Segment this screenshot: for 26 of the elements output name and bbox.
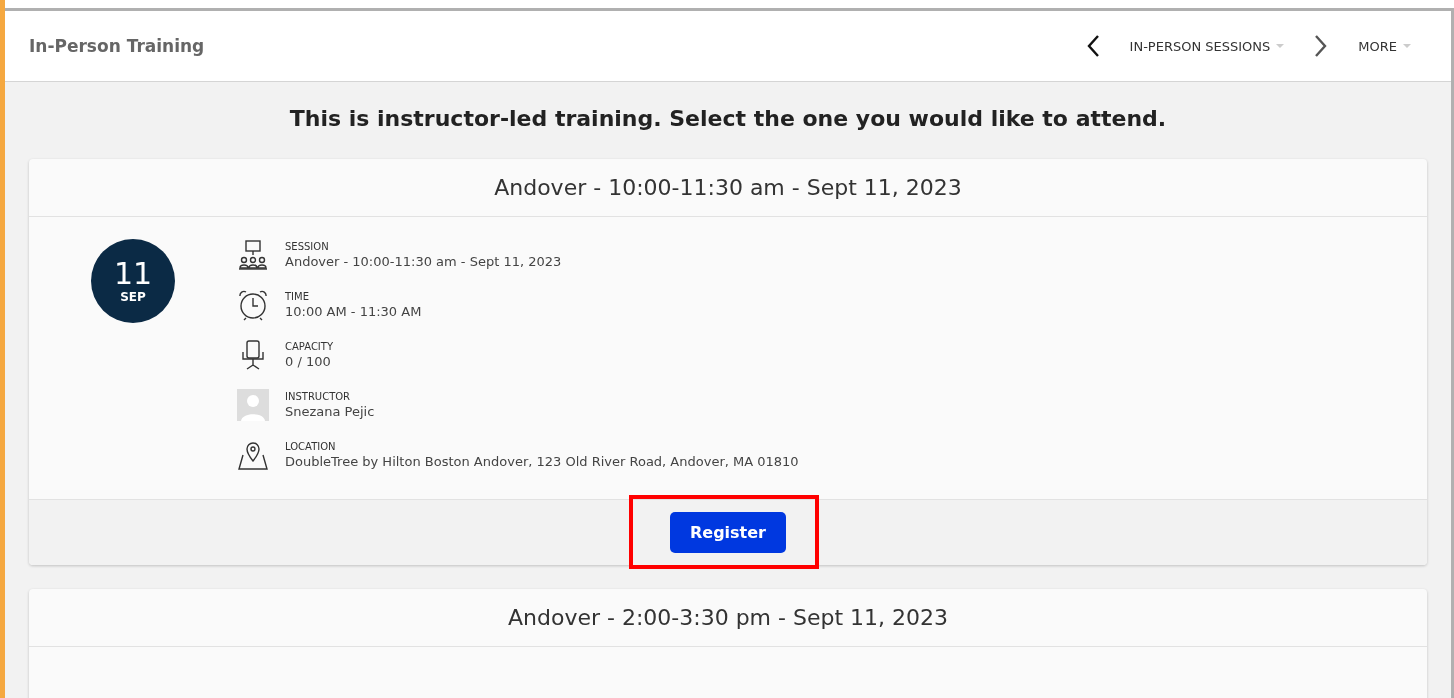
caret-icon [1276, 43, 1285, 49]
detail-label: LOCATION [285, 441, 337, 452]
alarm-clock-icon [237, 289, 269, 321]
detail-value: 0 / 100 [285, 354, 332, 369]
session-title: Andover - 2:00-3:30 pm - Sept 11, 2023 [29, 589, 1427, 647]
avatar-icon [237, 389, 269, 421]
date-badge: 11 SEP [91, 239, 175, 323]
detail-label: INSTRUCTOR [285, 391, 352, 402]
detail-label: TIME [285, 291, 310, 302]
previous-button[interactable] [1085, 34, 1100, 58]
detail-label: SESSION [285, 241, 330, 252]
detail-value: 10:00 AM - 11:30 AM [285, 304, 422, 319]
presentation-icon [237, 239, 269, 271]
register-button[interactable]: Register [670, 512, 786, 553]
page-title: In-Person Training [29, 36, 205, 56]
instructions-heading: This is instructor-led training. Select the one you would like to attend. [288, 106, 1168, 131]
detail-value: DoubleTree by Hilton Boston Andover, 123 Old River Road, Andover, MA 01810 [285, 454, 799, 469]
detail-label: CAPACITY [285, 341, 334, 352]
detail-value: Andover - 10:00-11:30 am - Sept 11, 2023 [285, 254, 562, 269]
session-title: Andover - 10:00-11:30 am - Sept 11, 2023 [29, 159, 1427, 217]
map-pin-icon [237, 439, 269, 471]
next-button[interactable] [1314, 34, 1329, 58]
nav-menu[interactable]: MORE [1358, 38, 1411, 54]
nav-menu[interactable]: IN-PERSON SESSIONS [1129, 38, 1285, 54]
detail-value: Snezana Pejic [285, 404, 375, 419]
caret-icon [1403, 43, 1411, 49]
